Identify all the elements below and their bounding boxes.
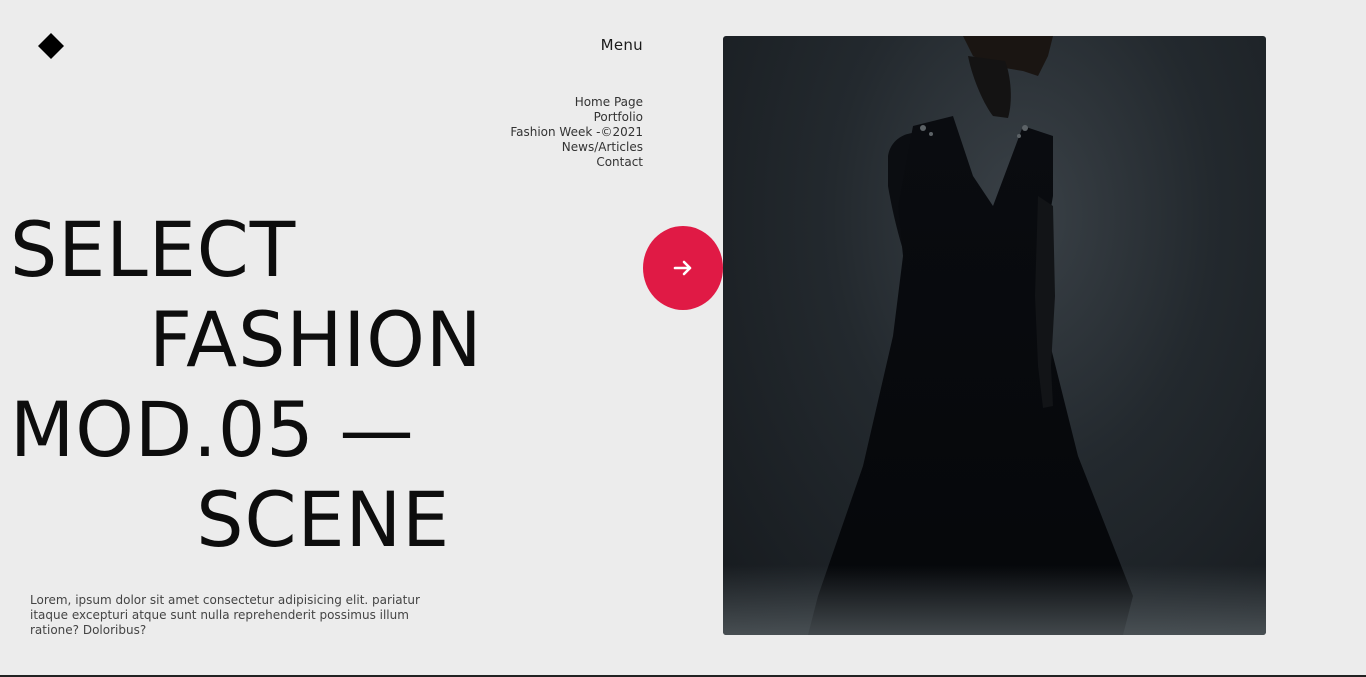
nav-item-portfolio[interactable]: Portfolio <box>440 110 643 125</box>
diamond-logo-icon[interactable] <box>38 33 64 59</box>
fashion-model-photo <box>723 36 1266 635</box>
model-silhouette <box>808 36 1133 635</box>
next-arrow-button[interactable] <box>643 226 723 310</box>
photo-floor-light <box>723 565 1266 635</box>
menu-button[interactable]: Menu <box>560 36 643 54</box>
hero-description: Lorem, ipsum dolor sit amet consectetur … <box>30 593 420 637</box>
hero-line-3: MOD.05 — <box>10 385 415 474</box>
arrow-right-icon <box>673 260 692 276</box>
nav-item-contact[interactable]: Contact <box>440 155 643 170</box>
nav-item-fashion-week[interactable]: Fashion Week -©2021 <box>440 125 643 140</box>
nav-item-news-articles[interactable]: News/Articles <box>440 140 643 155</box>
hero-line-2: FASHION <box>149 295 483 384</box>
hero-headline: SELECT FASHION MOD.05 — SCENE <box>10 205 492 565</box>
main-nav: Home Page Portfolio Fashion Week -©2021 … <box>440 95 643 170</box>
hero-line-1: SELECT <box>10 205 297 294</box>
hero-line-4: SCENE <box>196 475 451 564</box>
nav-item-home-page[interactable]: Home Page <box>440 95 643 110</box>
